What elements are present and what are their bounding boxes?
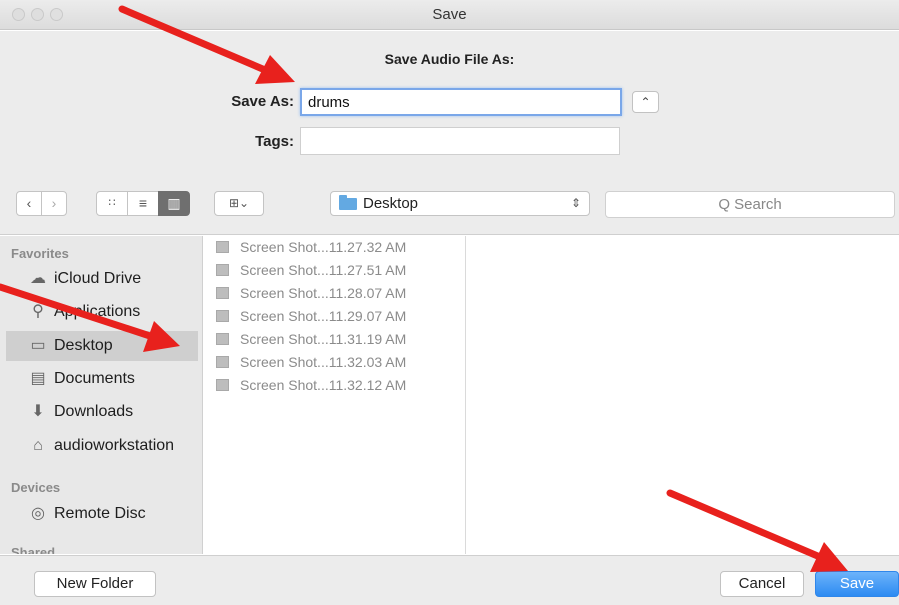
applications-icon: ⚲ [32,303,44,320]
cloud-icon: ☁ [30,270,46,287]
list-item[interactable]: Screen Shot...11.28.07 AM [214,282,406,304]
sidebar-section-favorites: Favorites [11,246,69,261]
column-view-button[interactable]: ▥ [158,191,190,216]
image-file-icon [216,287,229,299]
file-list: Screen Shot...11.27.32 AM Screen Shot...… [204,236,466,554]
sidebar-item-desktop[interactable]: ▭ Desktop [6,331,198,361]
tags-label: Tags: [255,133,294,150]
back-button[interactable]: ‹ [16,191,42,216]
sidebar-item-icloud-drive[interactable]: ☁ iCloud Drive [6,264,198,294]
sidebar-item-label: Downloads [54,403,134,420]
updown-chevron-icon: ⇕ [570,196,581,210]
documents-icon: ▤ [30,370,46,387]
window-title: Save [432,6,467,23]
sidebar-item-label: iCloud Drive [54,270,142,287]
file-name: Screen Shot...11.27.32 AM [240,239,407,255]
list-item[interactable]: Screen Shot...11.31.19 AM [214,328,406,350]
folder-icon [339,195,357,210]
save-button[interactable]: Save [815,571,899,597]
file-name: Screen Shot...11.32.12 AM [240,377,407,393]
sidebar-item-label: audioworkstation [54,437,175,454]
file-name: Screen Shot...11.27.51 AM [240,262,407,278]
bottom-bar: New Folder Cancel Save [0,555,899,605]
save-form: Save Audio File As: Save As: drums ⌃ Tag… [0,31,899,173]
file-name: Screen Shot...11.32.03 AM [240,354,407,370]
file-name: Screen Shot...11.31.19 AM [240,331,407,347]
title-bar: Save [0,0,899,30]
disc-icon: ◎ [31,505,45,522]
sidebar-item-label: Desktop [54,337,113,354]
file-name: Screen Shot...11.29.07 AM [240,308,407,324]
location-label: Desktop [363,195,419,212]
sidebar-item-documents[interactable]: ▤ Documents [6,364,198,394]
tags-input[interactable] [300,127,620,155]
image-file-icon [216,333,229,345]
downloads-icon: ⬇ [31,403,45,420]
list-item[interactable]: Screen Shot...11.32.12 AM [214,374,406,396]
cancel-button[interactable]: Cancel [720,571,804,597]
sidebar-item-label: Applications [54,303,141,320]
image-file-icon [216,241,229,253]
chevron-up-icon: ⌃ [640,95,651,109]
dialog-heading: Save Audio File As: [384,51,515,67]
list-view-button[interactable]: ≡ [127,191,159,216]
home-icon: ⌂ [33,437,43,454]
preview-pane [467,236,899,554]
browser-toolbar: ‹ › ∷ ≡ ▥ ⊞⌄ Desktop ⇕ Q Search [0,173,899,235]
sidebar-item-downloads[interactable]: ⬇ Downloads [6,397,198,427]
sidebar-item-audioworkstation[interactable]: ⌂ audioworkstation [6,431,198,461]
file-name: Screen Shot...11.28.07 AM [240,285,407,301]
sidebar-section-shared: Shared [11,545,56,554]
desktop-icon: ▭ [30,337,46,354]
list-item[interactable]: Screen Shot...11.27.32 AM [214,236,406,258]
image-file-icon [216,264,229,276]
sidebar-item-remote-disc[interactable]: ◎ Remote Disc [6,499,198,529]
new-folder-button[interactable]: New Folder [34,571,156,597]
image-file-icon [216,310,229,322]
sidebar-item-label: Documents [54,370,135,387]
sidebar: Favorites ☁ iCloud Drive ⚲ Applications … [0,236,203,554]
sidebar-item-label: Remote Disc [54,505,146,522]
list-item[interactable]: Screen Shot...11.32.03 AM [214,351,406,373]
image-file-icon [216,379,229,391]
expand-dialog-button[interactable]: ⌃ [632,91,659,113]
forward-button[interactable]: › [41,191,67,216]
icon-view-button[interactable]: ∷ [96,191,128,216]
arrange-menu-button[interactable]: ⊞⌄ [214,191,264,216]
search-field[interactable]: Q Search [605,191,895,218]
list-item[interactable]: Screen Shot...11.29.07 AM [214,305,406,327]
sidebar-section-devices: Devices [11,480,61,495]
sidebar-item-applications[interactable]: ⚲ Applications [6,297,198,327]
location-popup[interactable]: Desktop ⇕ [330,191,590,216]
list-item[interactable]: Screen Shot...11.27.51 AM [214,259,406,281]
image-file-icon [216,356,229,368]
save-as-input[interactable]: drums [300,88,622,116]
save-as-label: Save As: [231,93,294,110]
